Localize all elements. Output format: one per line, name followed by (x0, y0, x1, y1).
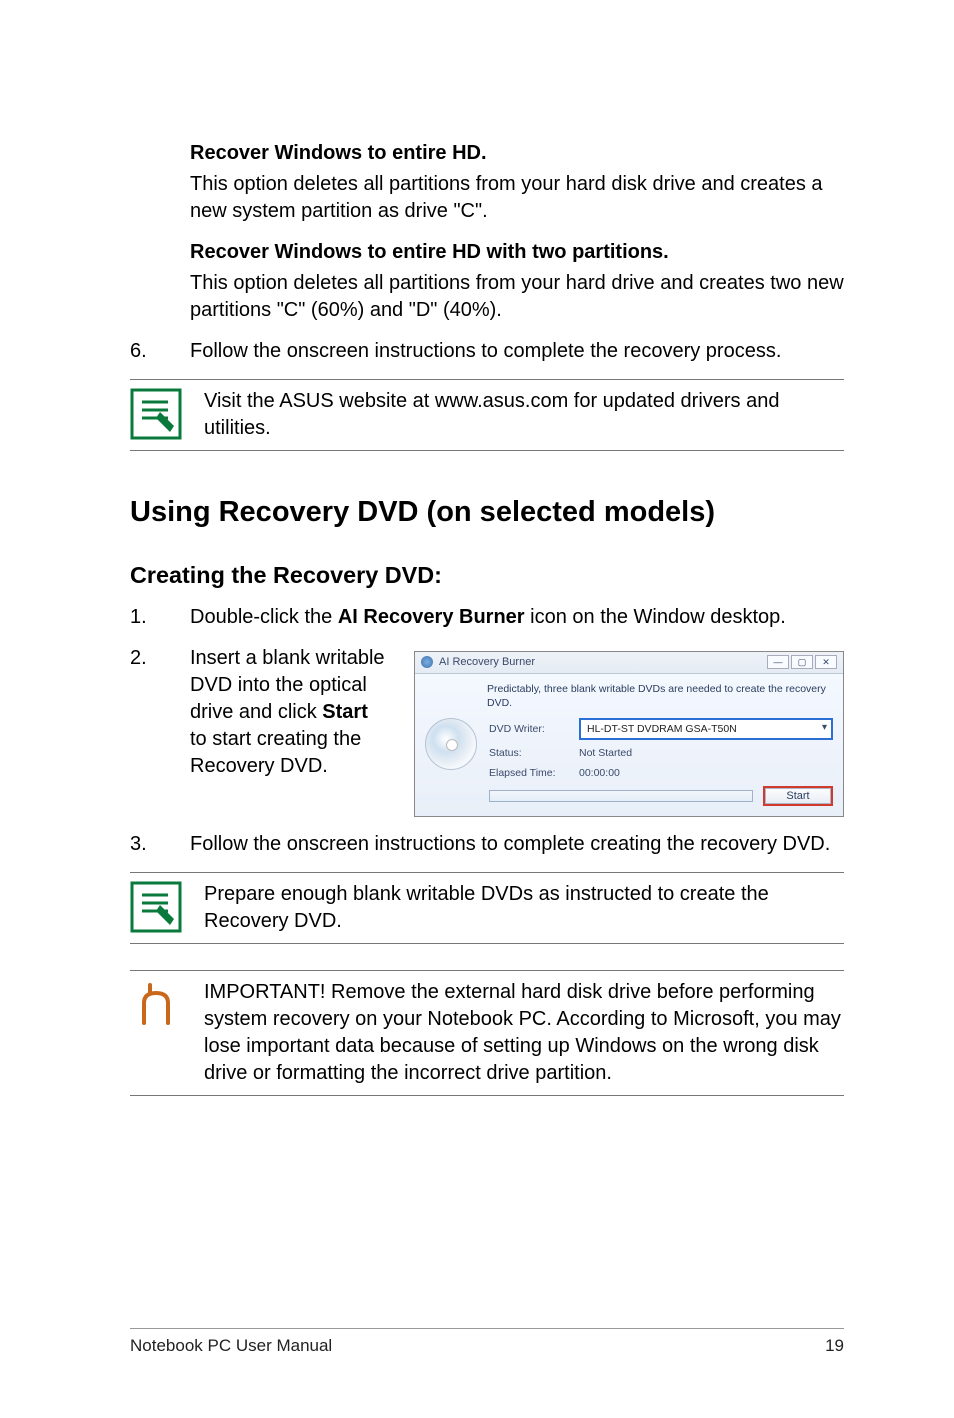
divider (130, 379, 844, 380)
divider (130, 943, 844, 944)
step-6: 6. Follow the onscreen instructions to c… (130, 338, 844, 365)
status-label: Status: (489, 746, 579, 760)
divider (130, 450, 844, 451)
note-blank-dvds-text: Prepare enough blank writable DVDs as in… (204, 881, 844, 935)
step-3-text: Follow the onscreen instructions to comp… (190, 831, 844, 858)
minimize-button[interactable]: — (767, 655, 789, 669)
step-1-suffix: icon on the Window desktop. (525, 606, 786, 628)
option-entire-hd-title: Recover Windows to entire HD. (190, 140, 844, 167)
divider (130, 970, 844, 971)
dialog-title: AI Recovery Burner (439, 655, 535, 670)
status-value: Not Started (579, 746, 833, 760)
step-6-text: Follow the onscreen instructions to comp… (190, 338, 844, 365)
elapsed-time-label: Elapsed Time: (489, 766, 579, 780)
step-1: 1. Double-click the AI Recovery Burner i… (130, 604, 844, 631)
subsection-heading: Creating the Recovery DVD: (130, 560, 844, 592)
elapsed-time-value: 00:00:00 (579, 766, 833, 780)
page-footer: Notebook PC User Manual 19 (130, 1328, 844, 1358)
note-icon (130, 388, 182, 440)
option-entire-hd-desc: This option deletes all partitions from … (190, 171, 844, 225)
divider (130, 872, 844, 873)
note-drivers-text: Visit the ASUS website at www.asus.com f… (204, 388, 844, 442)
maximize-button[interactable]: ▢ (791, 655, 813, 669)
section-heading: Using Recovery DVD (on selected models) (130, 493, 844, 532)
step-2-number: 2. (130, 645, 190, 818)
close-button[interactable]: ✕ (815, 655, 837, 669)
step-1-bold: AI Recovery Burner (338, 606, 525, 628)
disc-icon (425, 718, 477, 770)
app-icon (421, 656, 433, 668)
footer-title: Notebook PC User Manual (130, 1335, 332, 1358)
dialog-titlebar: AI Recovery Burner — ▢ ✕ (415, 652, 843, 674)
step-3: 3. Follow the onscreen instructions to c… (130, 831, 844, 858)
dvd-writer-select[interactable]: HL-DT-ST DVDRAM GSA-T50N (579, 718, 833, 740)
important-note: IMPORTANT! Remove the external hard disk… (130, 979, 844, 1087)
page-number: 19 (825, 1335, 844, 1358)
note-blank-dvds: Prepare enough blank writable DVDs as in… (130, 881, 844, 935)
step-3-number: 3. (130, 831, 190, 858)
dialog-message: Predictably, three blank writable DVDs a… (487, 682, 833, 710)
step-2: 2. Insert a blank writable DVD into the … (130, 645, 844, 818)
step-1-text: Double-click the AI Recovery Burner icon… (190, 604, 844, 631)
step-6-number: 6. (130, 338, 190, 365)
start-button[interactable]: Start (763, 786, 833, 806)
divider (130, 1095, 844, 1096)
important-text: IMPORTANT! Remove the external hard disk… (204, 979, 844, 1087)
important-icon (130, 979, 182, 1031)
step-2-text: Insert a blank writable DVD into the opt… (190, 645, 390, 780)
step-2-suffix: to start creating the Recovery DVD. (190, 728, 361, 777)
step-2-bold: Start (322, 701, 368, 723)
ai-recovery-burner-dialog: AI Recovery Burner — ▢ ✕ Predictably, th… (414, 651, 844, 818)
note-drivers: Visit the ASUS website at www.asus.com f… (130, 388, 844, 442)
step-1-prefix: Double-click the (190, 606, 338, 628)
dvd-writer-label: DVD Writer: (489, 722, 579, 736)
progress-bar (489, 790, 753, 802)
option-entire-hd-two-title: Recover Windows to entire HD with two pa… (190, 239, 844, 266)
note-icon (130, 881, 182, 933)
step-1-number: 1. (130, 604, 190, 631)
option-entire-hd-two-desc: This option deletes all partitions from … (190, 270, 844, 324)
